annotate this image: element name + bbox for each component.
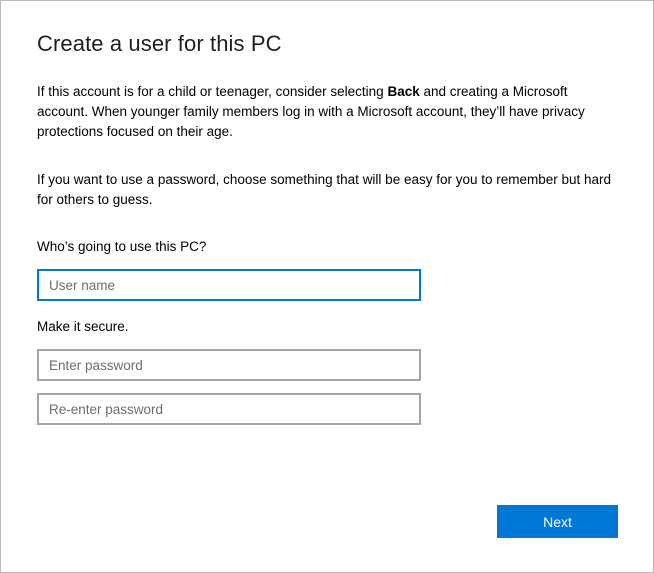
notice-text-start: If this account is for a child or teenag… [37,84,388,99]
username-input[interactable] [37,269,421,301]
child-account-notice: If this account is for a child or teenag… [37,82,622,142]
page-title: Create a user for this PC [37,31,282,56]
secure-label: Make it secure. [37,319,129,334]
password-input[interactable] [37,349,421,381]
next-button[interactable]: Next [497,505,618,538]
reenter-password-input[interactable] [37,393,421,425]
create-user-dialog: Create a user for this PC If this accoun… [0,0,654,573]
password-advice: If you want to use a password, choose so… [37,172,612,207]
back-keyword: Back [387,84,420,99]
who-label: Who’s going to use this PC? [37,239,207,254]
